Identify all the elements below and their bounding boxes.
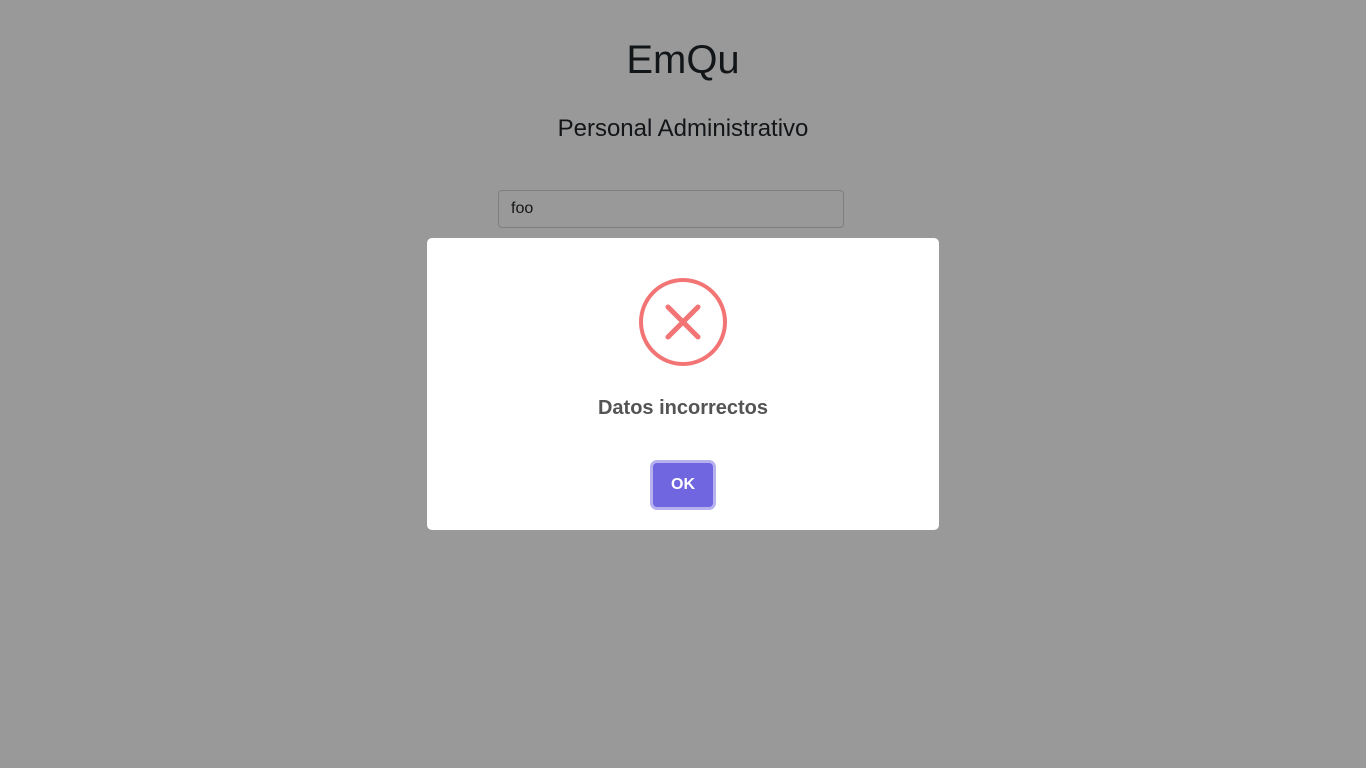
error-alert-dialog: Datos incorrectos OK: [427, 238, 939, 530]
ok-button[interactable]: OK: [653, 463, 713, 507]
alert-title: Datos incorrectos: [597, 397, 769, 419]
error-x-icon: [639, 278, 727, 366]
